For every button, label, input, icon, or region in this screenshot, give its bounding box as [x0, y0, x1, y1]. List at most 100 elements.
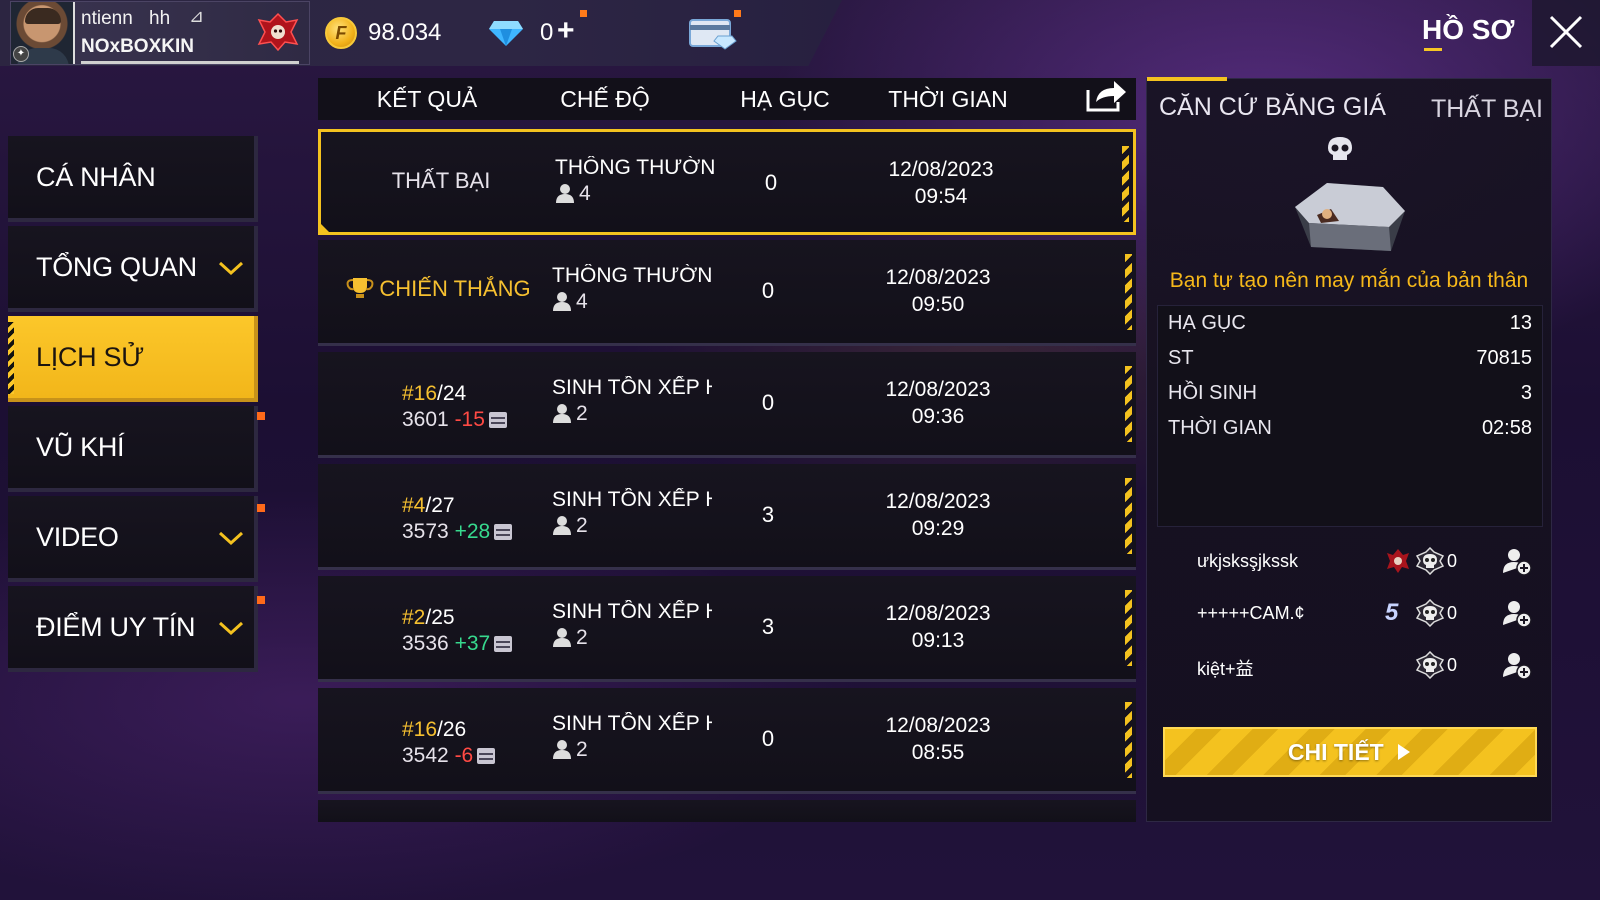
- match-datetime: 12/08/2023 09:50: [885, 266, 991, 316]
- match-datetime: 12/08/2023 08:55: [885, 714, 991, 764]
- details-button[interactable]: CHI TIẾT: [1163, 727, 1537, 777]
- table-row[interactable]: #2/25 3536 +37 SINH TỒN XẾP HẠNG 2 3 12/…: [318, 576, 1136, 682]
- close-button[interactable]: [1532, 0, 1600, 66]
- kill-skull-icon: [1415, 599, 1445, 627]
- person-icon: [553, 516, 571, 535]
- teammate-row[interactable]: +++++CAM.¢ 5 0: [1167, 595, 1537, 635]
- table-row[interactable]: THẤT BẠI THÔNG THƯỜNG-SINH TỒN 4 0 12/08…: [318, 129, 1136, 235]
- person-icon: [553, 404, 571, 423]
- add-friend-icon[interactable]: [1501, 597, 1533, 629]
- kill-count: 0: [761, 726, 775, 751]
- close-icon: [1549, 15, 1583, 49]
- kill-skull-icon: [1415, 651, 1445, 679]
- add-friend-icon[interactable]: [1501, 545, 1533, 577]
- person-icon: [553, 740, 571, 759]
- hazard-stripe: [1125, 702, 1132, 778]
- mode-name: THÔNG THƯỜNG-SINH TỒN: [555, 156, 715, 179]
- team-size: 2: [552, 738, 588, 762]
- table-row[interactable]: #16/24 3601 -15 SINH TỒN XẾP HẠNG 2 0 12…: [318, 352, 1136, 458]
- sidebar-item-label: TỔNG QUAN: [36, 252, 197, 282]
- note-icon[interactable]: [494, 636, 513, 652]
- rank-points: 3573 +28: [402, 520, 513, 544]
- history-table-header: KẾT QUẢ CHẾ ĐỘ HẠ GỤC THỜI GIAN: [318, 78, 1136, 120]
- person-icon: [553, 292, 571, 311]
- hazard-stripe: [1125, 366, 1132, 442]
- result-label: CHIẾN THẮNG: [318, 276, 558, 302]
- sidebar-item-history[interactable]: LỊCH SỬ: [8, 316, 258, 402]
- teammate-kills: 0: [1447, 655, 1458, 675]
- table-row-partial: [318, 800, 1136, 822]
- team-size: 4: [552, 290, 588, 314]
- notification-dot: [257, 412, 265, 420]
- teammate-name: ưkjsksşjkssk: [1197, 551, 1299, 571]
- page-title: HỒ SƠ: [1422, 14, 1515, 45]
- hazard-stripe: [8, 322, 14, 394]
- guild-name: NOxBOXKIN: [81, 36, 194, 57]
- player-profile-card[interactable]: ✦ ntienn hh ⊿ NOxBOXKIN: [10, 1, 310, 65]
- topup-plus-button[interactable]: +: [557, 14, 575, 48]
- membership-card-icon[interactable]: [688, 16, 738, 50]
- add-friend-icon[interactable]: [1501, 649, 1533, 681]
- chevron-down-icon: [218, 261, 244, 276]
- teammate-kills: 0: [1447, 603, 1458, 623]
- gold-amount: 98.034: [368, 19, 442, 46]
- match-datetime: 12/08/2023 09:29: [885, 490, 991, 540]
- skull-icon: [1328, 137, 1352, 160]
- kill-count: 0: [761, 278, 775, 303]
- note-icon[interactable]: [488, 412, 507, 428]
- kill-count: 3: [761, 502, 775, 527]
- stat-row: THỜI GIAN 02:58: [1168, 417, 1532, 439]
- teammate-row[interactable]: ưkjsksşjkssk 0: [1167, 543, 1537, 583]
- rank-points: 3542 -6: [402, 744, 496, 768]
- table-row[interactable]: #16/26 3542 -6 SINH TỒN XẾP HẠNG 2 0 12/…: [318, 688, 1136, 794]
- triangle-icon: ⊿: [189, 6, 205, 26]
- trophy-icon: [346, 278, 374, 298]
- teammate-name: +++++CAM.¢: [1197, 603, 1305, 623]
- hazard-stripe: [1125, 590, 1132, 666]
- hazard-stripe: [1122, 146, 1129, 222]
- table-row[interactable]: #4/27 3573 +28 SINH TỒN XẾP HẠNG 2 3 12/…: [318, 464, 1136, 570]
- placement: #16/26: [402, 718, 467, 741]
- sidebar-item-overview[interactable]: TỔNG QUAN: [8, 226, 258, 312]
- rank-five-badge: 5: [1385, 599, 1399, 626]
- sidebar-item-weapons[interactable]: VŨ KHÍ: [8, 406, 258, 492]
- mode-name: THÔNG THƯỜNG-SINH TỒN: [552, 264, 712, 287]
- mode-name: SINH TỒN XẾP HẠNG: [552, 600, 712, 623]
- column-header-time: THỜI GIAN: [888, 86, 1008, 112]
- table-row[interactable]: CHIẾN THẮNG THÔNG THƯỜNG-SINH TỒN 4 0 12…: [318, 240, 1136, 346]
- match-stats: HẠ GỤC 13 ST 70815 HỒI SINH 3 THỜI GIAN 02:5…: [1157, 305, 1543, 527]
- result-label: THẤT BẠI: [391, 168, 491, 193]
- map-name: CĂN CỨ BĂNG GIÁ: [1159, 93, 1386, 121]
- hazard-stripe: [1125, 254, 1132, 330]
- sidebar-item-label: VIDEO: [36, 522, 119, 552]
- motivation-message: Bạn tự tạo nên may mắn của bản thân: [1169, 269, 1529, 292]
- exp-progress-bar: [81, 61, 299, 64]
- team-size: 2: [552, 514, 588, 538]
- teammate-row[interactable]: kiệt+益 0: [1167, 647, 1537, 687]
- team-size: 2: [552, 626, 588, 650]
- note-icon[interactable]: [477, 748, 496, 764]
- sidebar-item-reputation[interactable]: ĐIỂM UY TÍN: [8, 586, 258, 672]
- selected-corner: [318, 221, 332, 235]
- team-size: 2: [552, 402, 588, 426]
- notification-dot: [734, 10, 741, 17]
- share-icon[interactable]: [1084, 78, 1128, 114]
- rank-emblem-icon: [257, 12, 299, 52]
- note-icon[interactable]: [494, 524, 513, 540]
- play-arrow-icon: [1398, 744, 1411, 760]
- sidebar-item-label: LỊCH SỬ: [36, 342, 144, 372]
- person-icon: [553, 628, 571, 647]
- chevron-down-icon: [218, 621, 244, 636]
- rank-points: 3536 +37: [402, 632, 513, 656]
- notification-dot: [580, 10, 587, 17]
- sidebar-item-label: CÁ NHÂN: [36, 162, 156, 192]
- avatar[interactable]: ✦: [11, 2, 75, 64]
- rank-points: 3601 -15: [402, 408, 507, 432]
- kill-skull-icon: [1415, 547, 1445, 575]
- kill-count: 0: [764, 170, 778, 195]
- chevron-down-icon: [218, 531, 244, 546]
- sidebar-item-video[interactable]: VIDEO: [8, 496, 258, 582]
- diamond-amount: 0: [540, 19, 554, 46]
- panel-accent: [1147, 77, 1227, 81]
- sidebar-item-personal[interactable]: CÁ NHÂN: [8, 136, 258, 222]
